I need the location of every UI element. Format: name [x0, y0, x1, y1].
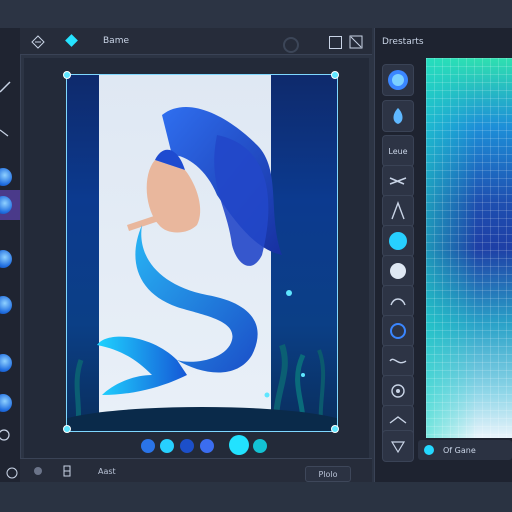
- color-gradient-grid[interactable]: [426, 58, 512, 438]
- tool-ring[interactable]: [0, 420, 20, 450]
- dot-brush-icon: [390, 263, 406, 279]
- brush-wave[interactable]: [382, 345, 414, 377]
- tool-pen[interactable]: [0, 72, 20, 102]
- tool-orb-3[interactable]: [0, 244, 20, 274]
- wave-icon: [0, 129, 9, 137]
- splash-brush-icon: [390, 298, 406, 306]
- eye-brush-icon: [391, 384, 405, 398]
- brush-dot[interactable]: [382, 255, 414, 287]
- swirl-brush-icon: [390, 323, 406, 339]
- left-toolbar: [0, 28, 21, 482]
- color-swatch-active[interactable]: [229, 435, 249, 455]
- brush-text-label: Leue: [388, 146, 408, 156]
- tool-orb-2[interactable]: [0, 190, 20, 220]
- tool-wave[interactable]: [0, 118, 20, 148]
- resize-handle[interactable]: [331, 425, 339, 433]
- resize-handle[interactable]: [63, 71, 71, 79]
- dot-icon[interactable]: [33, 466, 43, 476]
- sphere-brush-icon: [388, 70, 408, 90]
- pen-icon: [0, 81, 11, 93]
- orb-icon: [0, 296, 12, 314]
- tool-orb-6[interactable]: [0, 388, 20, 418]
- color-swatch[interactable]: [180, 439, 194, 453]
- brush-circle[interactable]: [382, 225, 414, 257]
- bottom-edge: [0, 482, 512, 512]
- color-swatch[interactable]: [200, 439, 214, 453]
- gem-icon[interactable]: [31, 35, 45, 49]
- tool-orb-1[interactable]: [0, 162, 20, 192]
- mermaid-illustration: [67, 106, 337, 431]
- status-label: Aast: [98, 467, 116, 476]
- orb-icon: [0, 394, 12, 412]
- circle-brush-icon: [389, 232, 407, 250]
- brush-splash[interactable]: [382, 285, 414, 317]
- save-icon[interactable]: [329, 36, 342, 49]
- orb-icon: [0, 354, 12, 372]
- brush-stroke[interactable]: [382, 165, 414, 197]
- crystal-brush-icon: [390, 441, 406, 454]
- status-button[interactable]: Plolo: [305, 466, 351, 482]
- color-swatch[interactable]: [253, 439, 267, 453]
- ring-icon: [0, 429, 10, 441]
- artboard[interactable]: [66, 74, 338, 432]
- brush-text[interactable]: Leue: [382, 135, 414, 167]
- brush-swirl[interactable]: [382, 315, 414, 347]
- tool-orb-5[interactable]: [0, 348, 20, 378]
- stroke-brush-icon: [389, 177, 407, 185]
- wave-brush-icon: [389, 358, 407, 364]
- current-color-label: Of Gane: [443, 446, 476, 455]
- tool-orb-4[interactable]: [0, 290, 20, 320]
- orb-icon: [0, 250, 12, 268]
- orb-icon: [0, 196, 12, 214]
- orb-icon: [0, 168, 12, 186]
- document-title: Bame: [103, 36, 129, 46]
- app-menu-icon[interactable]: [6, 467, 18, 479]
- brush-spike[interactable]: [382, 195, 414, 227]
- resize-handle[interactable]: [331, 71, 339, 79]
- spike-brush-icon: [391, 201, 405, 220]
- bird-brush-icon: [389, 416, 407, 424]
- app-window: Bame Aast Plolo Drestarts Leue Of Gane: [0, 0, 512, 512]
- panel-title: Drestarts: [382, 37, 424, 47]
- search-icon[interactable]: [283, 37, 299, 53]
- current-color-dot[interactable]: [424, 445, 434, 455]
- color-swatch[interactable]: [160, 439, 174, 453]
- brush-crystal[interactable]: [382, 430, 414, 462]
- color-swatch[interactable]: [141, 439, 155, 453]
- drop-brush-icon: [393, 108, 403, 124]
- resize-handle[interactable]: [63, 425, 71, 433]
- brush-eye[interactable]: [382, 375, 414, 407]
- layers-icon[interactable]: [62, 465, 72, 477]
- brush-drop[interactable]: [382, 100, 414, 132]
- brush-sphere[interactable]: [382, 64, 414, 96]
- shrink-icon[interactable]: [349, 35, 363, 49]
- grid-overlay: [426, 58, 512, 438]
- status-button-label: Plolo: [318, 469, 338, 479]
